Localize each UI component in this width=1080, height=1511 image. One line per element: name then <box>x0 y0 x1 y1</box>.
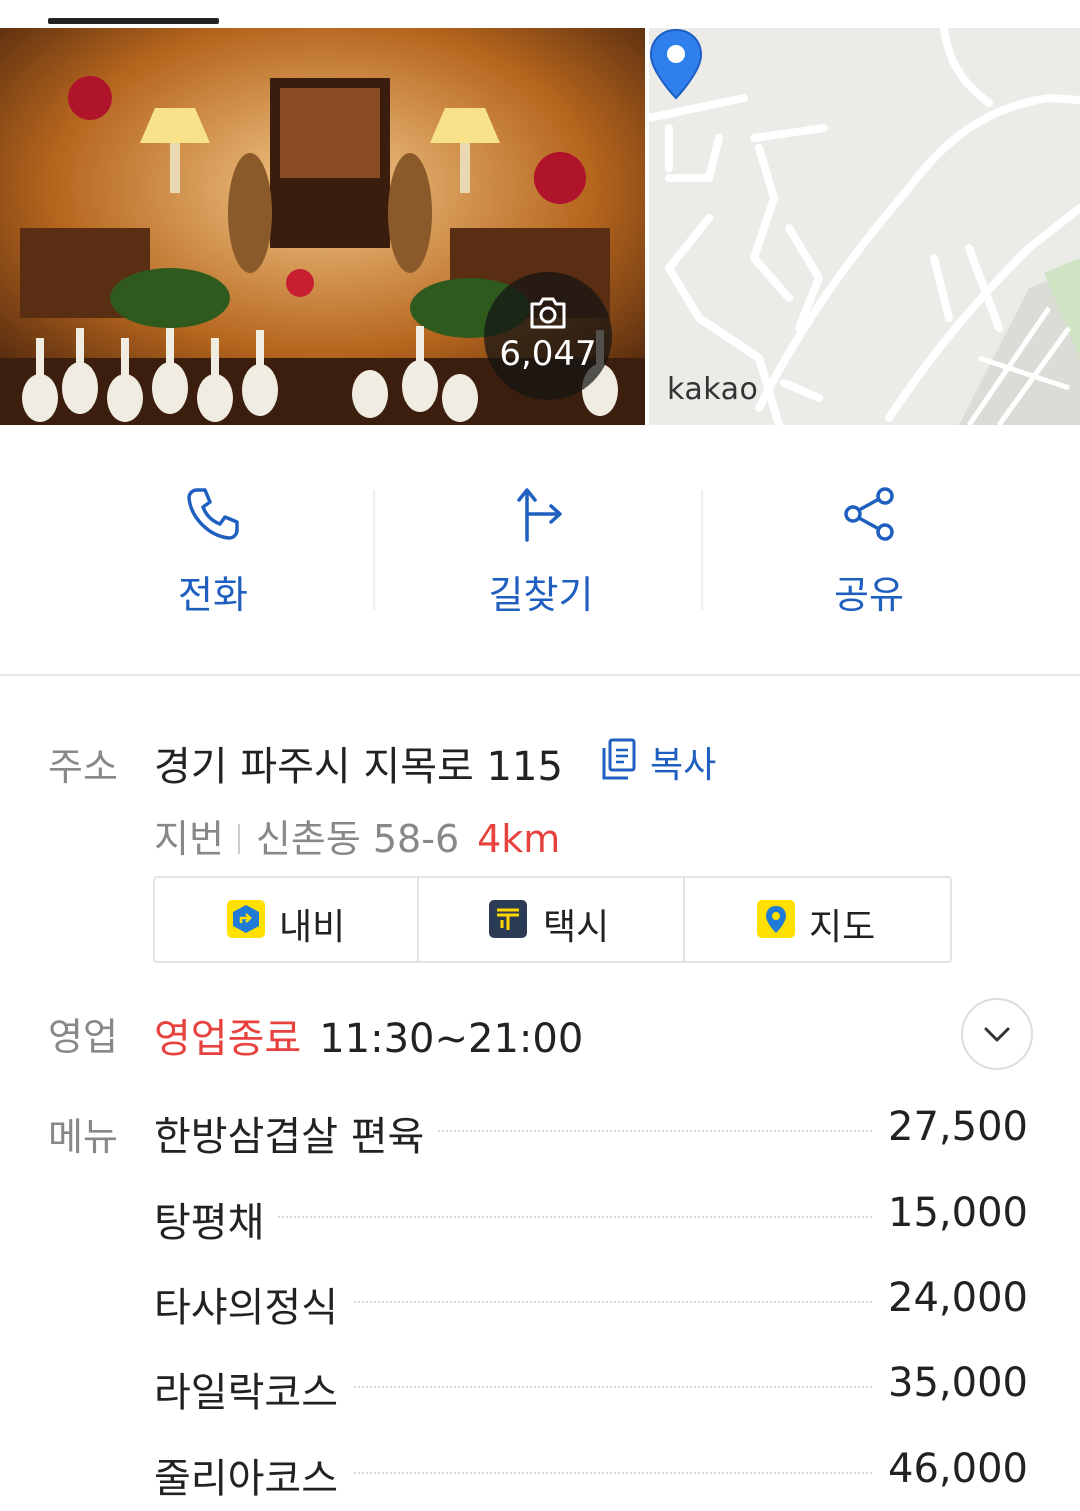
photo-count-badge[interactable]: 6,047 <box>484 272 612 400</box>
taxi-label: 택시 <box>543 907 610 948</box>
address-label: 주소 <box>48 745 118 789</box>
navi-button[interactable]: 내비 <box>155 878 419 961</box>
action-divider <box>373 490 375 610</box>
action-bar: 전화 길찾기 공유 <box>0 440 1080 676</box>
menu-item-price: 27,500 <box>874 1104 1028 1150</box>
menu-item: 타샤의정식 24,000 <box>154 1275 1028 1335</box>
call-label: 전화 <box>178 573 248 617</box>
media-row: 6,047 kakao <box>0 28 1080 425</box>
phone-icon <box>187 488 239 540</box>
copy-label: 복사 <box>650 745 717 786</box>
route-button-group: 내비 택시 지도 <box>153 876 952 963</box>
share-label: 공유 <box>834 573 904 617</box>
menu-item: 탕평채 15,000 <box>154 1190 1028 1250</box>
navi-icon <box>227 900 265 938</box>
navi-label: 내비 <box>279 907 346 948</box>
camera-icon <box>530 297 566 329</box>
hours-status: 영업종료 <box>154 1016 302 1062</box>
taxi-icon <box>489 900 527 938</box>
hours-label: 영업 <box>48 1015 118 1059</box>
action-divider <box>701 490 703 610</box>
map-brand: kakao <box>667 372 759 407</box>
menu-item-name: 한방삼겹살 편육 <box>154 1104 439 1162</box>
address-main: 경기 파주시 지목로 115 <box>154 744 563 790</box>
map-label: 지도 <box>809 907 876 948</box>
map-pin-icon <box>757 900 795 938</box>
place-photo[interactable]: 6,047 <box>0 28 645 425</box>
map-roads <box>649 28 1080 425</box>
menu-item-name: 라일락코스 <box>154 1360 352 1418</box>
menu-item-price: 15,000 <box>874 1190 1028 1236</box>
jibun-value: 신촌동 58-6 <box>255 817 460 861</box>
business-hours: 영업종료 11:30~21:00 <box>154 1006 583 1064</box>
photo-count: 6,047 <box>499 334 597 374</box>
mini-map[interactable]: kakao <box>649 28 1080 425</box>
jibun-line: 지번 신촌동 58-6 4km <box>154 808 560 863</box>
chevron-down-icon <box>984 1027 1010 1042</box>
menu-item-price: 24,000 <box>874 1275 1028 1321</box>
hours-expand-button[interactable] <box>961 998 1033 1070</box>
top-indicator <box>48 18 219 24</box>
jibun-label: 지번 <box>154 817 224 861</box>
call-button[interactable]: 전화 <box>48 440 378 674</box>
menu-item: 줄리아코스 46,000 <box>154 1446 1028 1506</box>
map-pin-icon <box>649 28 703 100</box>
taxi-button[interactable]: 택시 <box>419 878 683 961</box>
menu-item-name: 탕평채 <box>154 1190 279 1248</box>
share-icon <box>844 487 894 541</box>
menu-item-name: 타샤의정식 <box>154 1275 352 1333</box>
menu-item-name: 줄리아코스 <box>154 1446 352 1504</box>
jibun-separator <box>237 824 240 854</box>
hours-time: 11:30~21:00 <box>319 1016 584 1062</box>
directions-button[interactable]: 길찾기 <box>376 440 706 674</box>
menu-item-price: 46,000 <box>874 1446 1028 1492</box>
menu-item: 라일락코스 35,000 <box>154 1360 1028 1420</box>
menu-item: 한방삼겹살 편육 27,500 <box>154 1104 1028 1164</box>
distance: 4km <box>477 817 561 861</box>
directions-icon <box>517 488 562 542</box>
menu-item-price: 35,000 <box>874 1360 1028 1406</box>
map-button[interactable]: 지도 <box>685 878 949 961</box>
menu-label: 메뉴 <box>48 1115 118 1159</box>
copy-icon <box>602 738 636 780</box>
directions-label: 길찾기 <box>488 573 594 617</box>
share-button[interactable]: 공유 <box>704 440 1034 674</box>
